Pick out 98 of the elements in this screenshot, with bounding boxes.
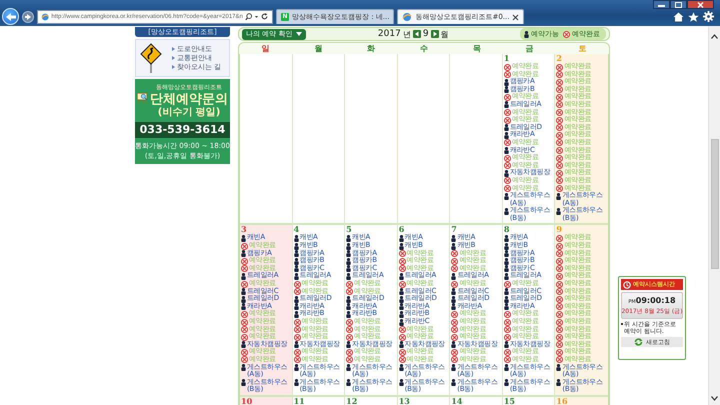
person-icon <box>346 364 352 372</box>
year-unit: 년 <box>402 28 411 40</box>
caret-up-icon[interactable] <box>711 34 718 39</box>
arrow-left-icon <box>4 12 16 22</box>
person-icon <box>556 379 562 386</box>
refresh-icon <box>634 338 643 346</box>
day-number: 9 <box>556 225 563 234</box>
day-number: 12 <box>346 396 358 405</box>
arrow-right-icon <box>24 12 32 20</box>
bullet-icon <box>172 65 175 69</box>
person-icon <box>398 379 404 386</box>
person-icon <box>504 379 509 386</box>
caret-down-icon[interactable] <box>711 396 718 401</box>
weekday-label: 화 <box>366 43 376 54</box>
close-icon[interactable] <box>512 14 520 20</box>
month-unit: 월 <box>440 28 449 40</box>
forward-button[interactable] <box>22 10 34 22</box>
day-number: 1 <box>504 54 510 63</box>
day-number: 10 <box>241 396 254 405</box>
weekday-label: 토 <box>578 43 588 54</box>
day-number: 11 <box>294 396 306 405</box>
day-number: 13 <box>398 396 411 405</box>
cross-circle-icon <box>241 242 248 250</box>
road-sign-icon <box>140 43 162 73</box>
day-number: 2 <box>556 54 563 63</box>
day-number: 15 <box>504 396 516 405</box>
maximize-button[interactable] <box>670 0 687 9</box>
person-icon <box>556 208 562 215</box>
person-icon <box>504 147 509 154</box>
back-button[interactable] <box>2 8 19 25</box>
person-icon <box>294 341 299 348</box>
caret-down-icon <box>296 32 302 36</box>
person-icon <box>294 364 299 372</box>
person-icon <box>504 341 509 348</box>
banner-heading: 단체예약문의 <box>150 92 228 107</box>
person-icon <box>241 250 246 258</box>
weekday-label: 일 <box>260 43 270 54</box>
weekday-label: 금 <box>524 43 535 54</box>
bullet-icon <box>172 56 175 60</box>
weekday-label: 수 <box>418 43 429 54</box>
year-label: 2017 <box>378 29 401 39</box>
day-number: 7 <box>451 225 458 234</box>
person-icon <box>504 101 509 108</box>
person-icon <box>241 379 246 386</box>
clock-icon <box>623 280 631 288</box>
scrollbar-thumb[interactable] <box>710 139 718 269</box>
home-icon[interactable] <box>673 12 684 22</box>
day-number: 16 <box>556 396 569 405</box>
globe-icon <box>41 12 50 22</box>
person-icon <box>241 364 246 372</box>
time-label: 09:00:18 <box>636 296 676 305</box>
maximize-icon <box>675 2 682 8</box>
person-icon <box>451 272 456 280</box>
weekday-label: 목 <box>472 43 482 54</box>
next-month-button[interactable] <box>430 30 439 38</box>
search-icon[interactable] <box>244 12 252 21</box>
day-number: 5 <box>346 225 352 234</box>
person-icon <box>294 379 299 386</box>
person-icon <box>398 364 404 372</box>
previous-month-button[interactable] <box>412 30 421 38</box>
close-icon <box>697 2 704 8</box>
day-number: 14 <box>451 396 464 405</box>
star-icon[interactable] <box>688 12 699 22</box>
person-icon <box>451 341 456 348</box>
person-icon <box>451 379 456 386</box>
day-number: 4 <box>294 225 300 234</box>
person-icon <box>346 341 352 348</box>
person-icon <box>504 192 509 200</box>
person-icon <box>398 272 404 280</box>
person-icon <box>241 341 246 348</box>
weekday-label: 월 <box>313 43 324 54</box>
person-icon <box>556 364 562 372</box>
person-icon <box>241 234 246 242</box>
cross-circle-icon <box>563 30 570 38</box>
person-icon <box>241 272 246 280</box>
person-icon <box>346 379 352 386</box>
close-button[interactable] <box>687 0 714 9</box>
day-number: 6 <box>398 225 405 234</box>
settings-icon[interactable] <box>703 11 714 22</box>
cross-circle-icon <box>241 280 248 288</box>
minimize-icon <box>658 2 665 7</box>
person-icon <box>504 170 509 177</box>
day-number: 8 <box>504 225 510 234</box>
scrollbar[interactable] <box>708 26 720 405</box>
person-icon <box>524 30 529 38</box>
banner-subheading: (비수기 평일) <box>158 107 220 119</box>
person-icon <box>504 208 509 215</box>
month-label: 9 <box>422 29 429 39</box>
bullet-icon <box>172 47 175 51</box>
person-icon <box>398 341 404 348</box>
person-icon <box>451 364 456 372</box>
globe-icon <box>402 12 412 22</box>
refresh-icon[interactable] <box>261 12 269 21</box>
phone-number: 033-539-3614 <box>135 122 230 138</box>
person-icon <box>504 364 509 372</box>
person-icon <box>556 192 562 200</box>
day-number: 3 <box>241 225 248 234</box>
minimize-button[interactable] <box>653 0 670 9</box>
